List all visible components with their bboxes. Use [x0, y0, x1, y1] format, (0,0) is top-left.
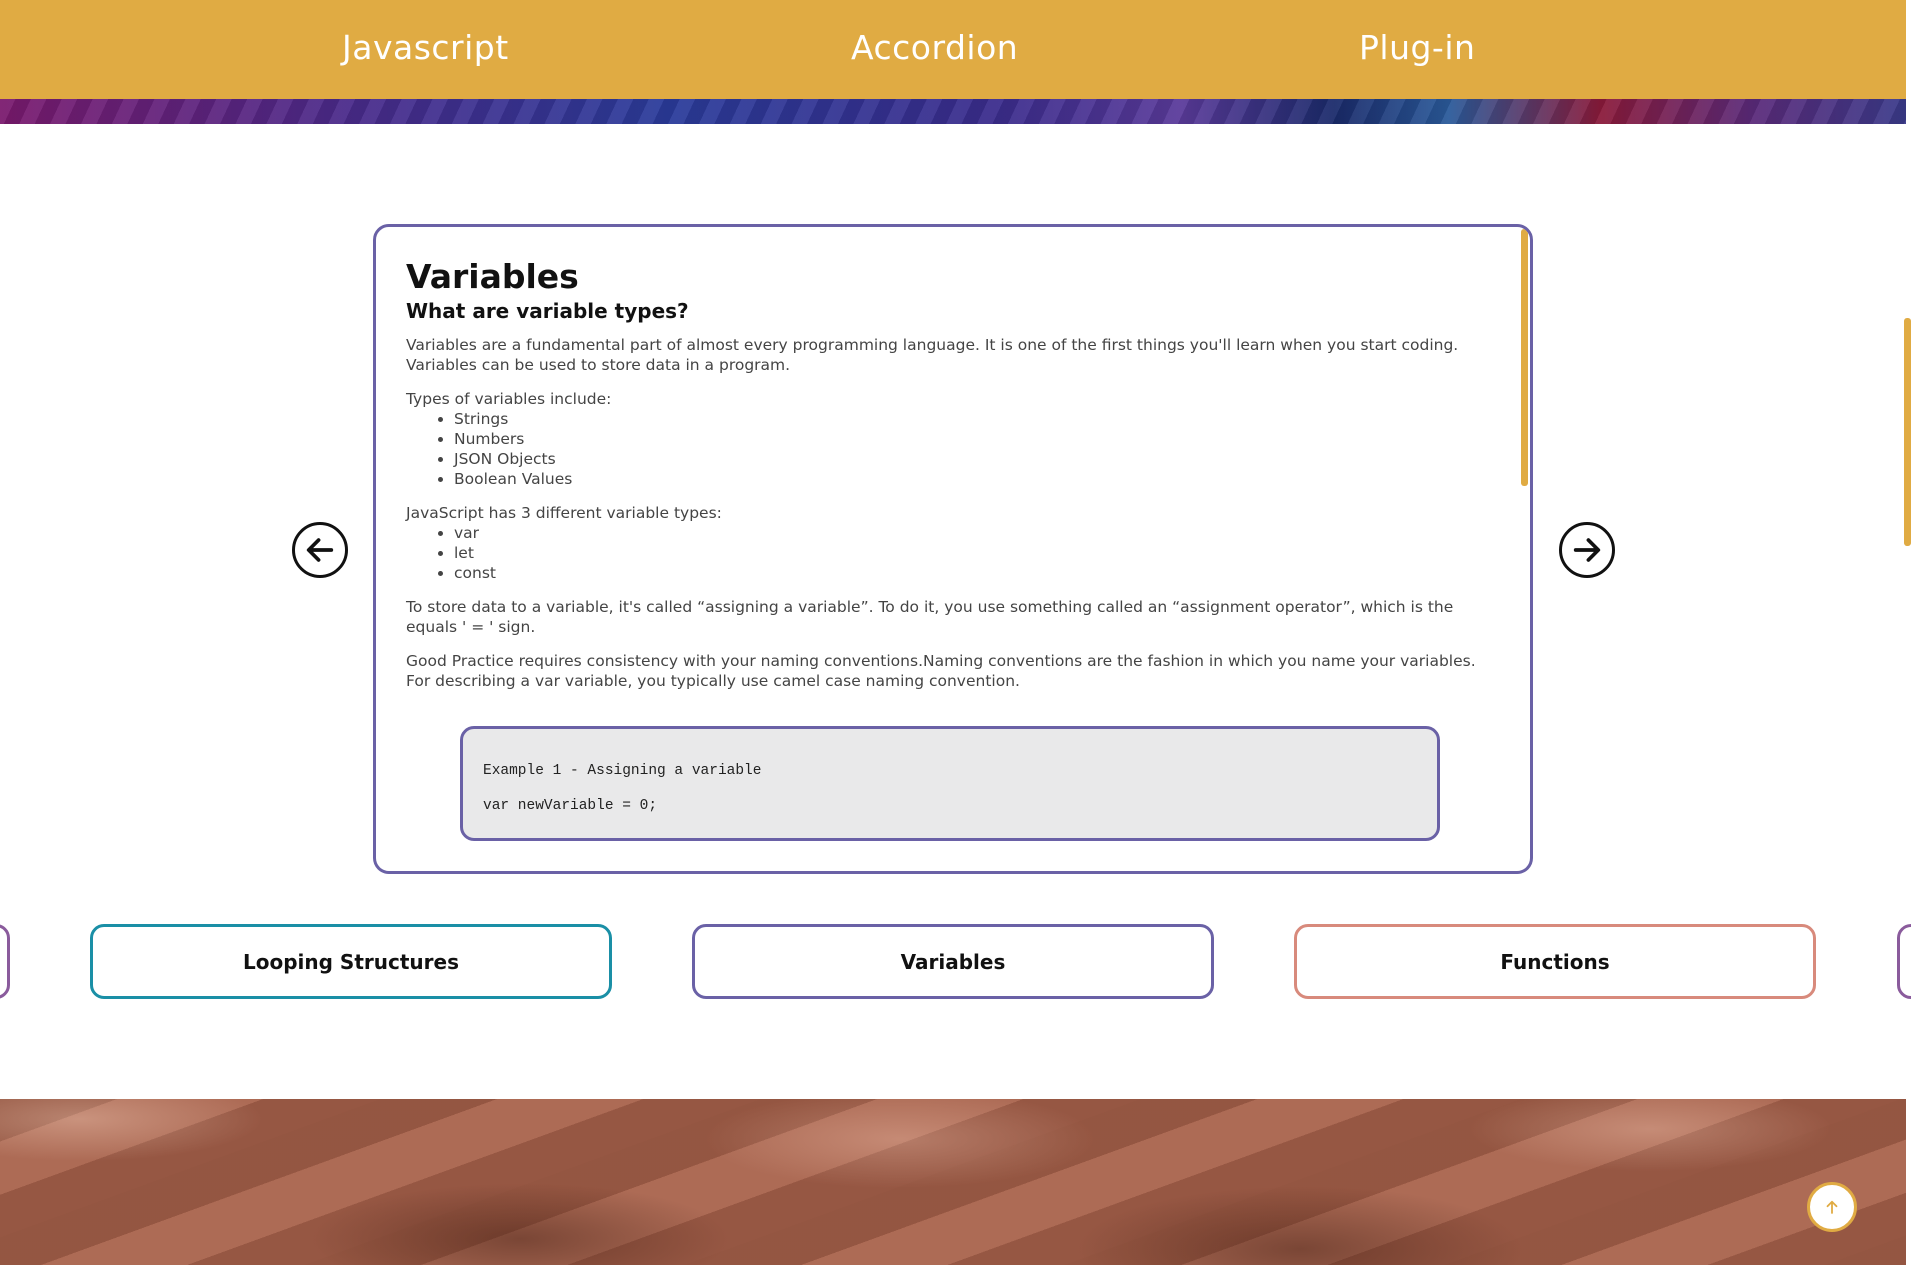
js-types-intro: JavaScript has 3 different variable type… [406, 504, 722, 523]
intro-paragraph: Variables are a fundamental part of almo… [406, 336, 1459, 375]
list-item: Strings [454, 409, 1486, 429]
code-example-box: Example 1 - Assigning a variable var new… [460, 726, 1440, 841]
carousel-next-button[interactable] [1559, 522, 1615, 578]
card-subtitle: What are variable types? [406, 299, 689, 324]
assign-paragraph: To store data to a variable, it's called… [406, 598, 1454, 637]
accordion-card-variables: Variables What are variable types? Varia… [373, 224, 1533, 874]
list-item: JSON Objects [454, 449, 1486, 469]
list-item: const [454, 563, 1486, 583]
card-title: Variables [406, 257, 579, 296]
tab-partial-next[interactable] [1897, 924, 1911, 999]
tab-looping-structures[interactable]: Looping Structures [90, 924, 612, 999]
nav-item-javascript[interactable]: Javascript [342, 28, 509, 67]
types-intro: Types of variables include: [406, 390, 612, 409]
types-list: Strings Numbers JSON Objects Boolean Val… [454, 409, 1486, 489]
list-item: var [454, 523, 1486, 543]
nav-item-plug-in[interactable]: Plug-in [1359, 28, 1475, 67]
page-edge [1906, 0, 1911, 1265]
arrow-left-icon [306, 538, 334, 562]
nav-item-accordion[interactable]: Accordion [851, 28, 1018, 67]
list-item: let [454, 543, 1486, 563]
list-item: Numbers [454, 429, 1486, 449]
carousel-prev-button[interactable] [292, 522, 348, 578]
code-statement: var newVariable = 0; [483, 798, 658, 814]
hero-image-strip [0, 99, 1906, 124]
code-comment: Example 1 - Assigning a variable [483, 763, 762, 779]
tab-variables[interactable]: Variables [692, 924, 1214, 999]
js-types-list: var let const [454, 523, 1486, 583]
footer-sand-image [0, 1099, 1906, 1265]
scroll-to-top-button[interactable] [1807, 1182, 1857, 1232]
js-types-section: JavaScript has 3 different variable type… [406, 503, 1486, 583]
practice-paragraph: Good Practice requires consistency with … [406, 652, 1476, 691]
top-nav: Javascript Accordion Plug-in [0, 0, 1906, 99]
card-scrollbar-thumb[interactable] [1521, 229, 1528, 486]
list-item: Boolean Values [454, 469, 1486, 489]
arrow-up-icon [1826, 1200, 1838, 1214]
tab-functions[interactable]: Functions [1294, 924, 1816, 999]
page-scrollbar-thumb[interactable] [1904, 318, 1911, 546]
types-section: Types of variables include: Strings Numb… [406, 389, 1486, 489]
tab-partial-previous[interactable] [0, 924, 10, 999]
arrow-right-icon [1573, 538, 1601, 562]
